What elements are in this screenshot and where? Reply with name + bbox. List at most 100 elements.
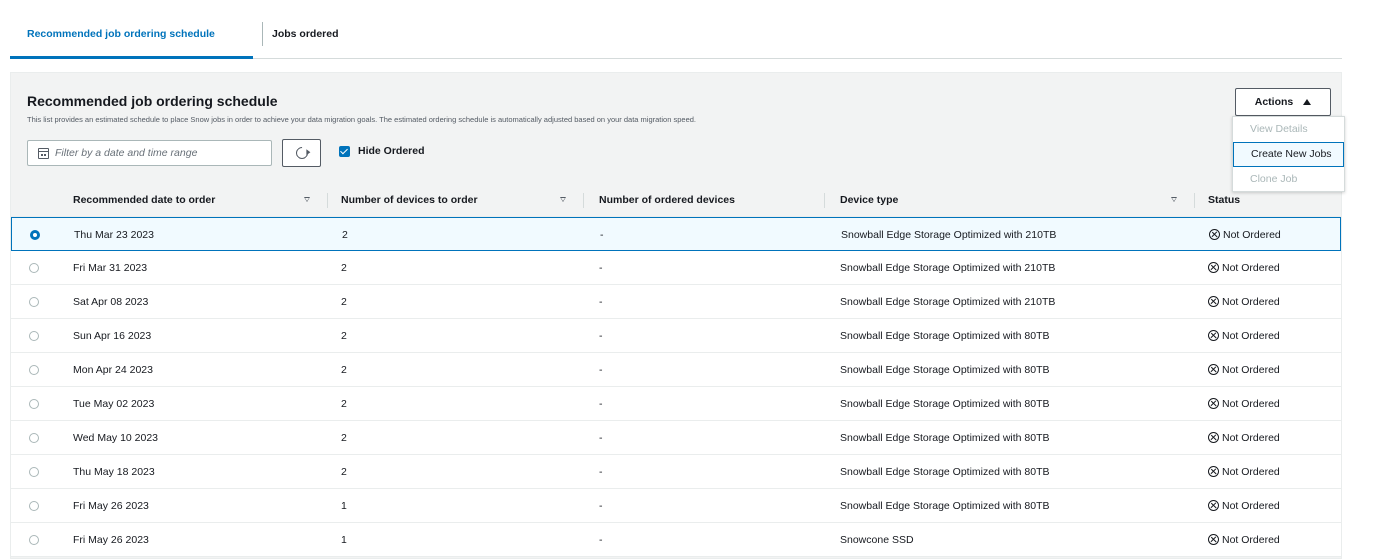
cell-ordered-devices: - [599, 296, 603, 308]
cell-device-type: Snowball Edge Storage Optimized with 80T… [840, 330, 1050, 342]
status-text: Not Ordered [1222, 534, 1280, 546]
not-ordered-icon [1208, 296, 1219, 307]
not-ordered-icon [1208, 330, 1219, 341]
cell-device-type: Snowball Edge Storage Optimized with 80T… [840, 432, 1050, 444]
cell-num-devices: 1 [341, 534, 347, 546]
tab-bar: Recommended job ordering schedule Jobs o… [10, 18, 1342, 59]
not-ordered-icon [1208, 262, 1219, 273]
cell-device-type: Snowball Edge Storage Optimized with 80T… [840, 398, 1050, 410]
row-radio-button[interactable] [29, 263, 39, 273]
not-ordered-icon [1208, 466, 1219, 477]
table-row[interactable]: Tue May 02 2023 2 - Snowball Edge Storag… [11, 387, 1341, 421]
column-header-device-type[interactable]: Device type [840, 184, 898, 217]
cell-status: Not Ordered [1208, 353, 1280, 387]
table-row[interactable]: Sat Apr 08 2023 2 - Snowball Edge Storag… [11, 285, 1341, 319]
menu-item-view-details[interactable]: View Details [1233, 117, 1344, 142]
cell-num-devices: 1 [341, 500, 347, 512]
cell-date: Sun Apr 16 2023 [73, 330, 152, 342]
calendar-icon [38, 147, 49, 159]
cell-status: Not Ordered [1209, 218, 1281, 252]
row-radio-button[interactable] [30, 230, 40, 240]
cell-device-type: Snowcone SSD [840, 534, 914, 546]
cell-ordered-devices: - [599, 364, 603, 376]
tab-jobs-ordered[interactable]: Jobs ordered [272, 18, 339, 58]
status-text: Not Ordered [1222, 262, 1280, 274]
row-radio-button[interactable] [29, 399, 39, 409]
cell-date: Mon Apr 24 2023 [73, 364, 153, 376]
table-row[interactable]: Thu Mar 23 2023 2 - Snowball Edge Storag… [11, 217, 1341, 251]
refresh-button[interactable] [282, 139, 321, 167]
cell-date: Fri May 26 2023 [73, 500, 149, 512]
date-range-filter[interactable] [27, 140, 272, 166]
cell-date: Thu Mar 23 2023 [74, 229, 154, 241]
sort-icon[interactable] [1171, 197, 1177, 202]
menu-item-clone-job[interactable]: Clone Job [1233, 167, 1344, 192]
refresh-icon [293, 144, 310, 162]
cell-device-type: Snowball Edge Storage Optimized with 80T… [840, 364, 1050, 376]
cell-ordered-devices: - [599, 500, 603, 512]
column-divider [824, 193, 825, 208]
cell-num-devices: 2 [341, 398, 347, 410]
tab-divider [262, 22, 263, 46]
sort-icon[interactable] [560, 197, 566, 202]
column-divider [583, 193, 584, 208]
row-radio-button[interactable] [29, 297, 39, 307]
cell-ordered-devices: - [600, 229, 604, 241]
table-row[interactable]: Wed May 10 2023 2 - Snowball Edge Storag… [11, 421, 1341, 455]
row-radio-button[interactable] [29, 535, 39, 545]
cell-status: Not Ordered [1208, 489, 1280, 523]
hide-ordered-toggle[interactable]: Hide Ordered [339, 145, 425, 157]
cell-status: Not Ordered [1208, 421, 1280, 455]
panel-description: This list provides an estimated schedule… [27, 115, 696, 124]
cell-ordered-devices: - [599, 330, 603, 342]
table-row[interactable]: Fri May 26 2023 1 - Snowball Edge Storag… [11, 489, 1341, 523]
column-header-recommended-date[interactable]: Recommended date to order [73, 184, 215, 217]
cell-ordered-devices: - [599, 466, 603, 478]
tab-recommended-schedule[interactable]: Recommended job ordering schedule [10, 18, 253, 59]
cell-date: Sat Apr 08 2023 [73, 296, 149, 308]
table-row[interactable]: Sun Apr 16 2023 2 - Snowball Edge Storag… [11, 319, 1341, 353]
cell-num-devices: 2 [341, 262, 347, 274]
row-radio-button[interactable] [29, 433, 39, 443]
table-row[interactable]: Fri Mar 31 2023 2 - Snowball Edge Storag… [11, 251, 1341, 285]
not-ordered-icon [1208, 432, 1219, 443]
menu-item-create-new-jobs[interactable]: Create New Jobs [1233, 142, 1344, 167]
cell-status: Not Ordered [1208, 387, 1280, 421]
status-text: Not Ordered [1222, 330, 1280, 342]
cell-status: Not Ordered [1208, 251, 1280, 285]
cell-device-type: Snowball Edge Storage Optimized with 210… [840, 296, 1056, 308]
row-radio-button[interactable] [29, 331, 39, 341]
not-ordered-icon [1209, 229, 1220, 240]
actions-label: Actions [1254, 96, 1294, 108]
row-radio-button[interactable] [29, 365, 39, 375]
date-range-input[interactable] [55, 147, 265, 159]
cell-num-devices: 2 [341, 432, 347, 444]
hide-ordered-checkbox[interactable] [339, 145, 350, 157]
cell-status: Not Ordered [1208, 319, 1280, 353]
status-text: Not Ordered [1223, 229, 1281, 241]
table-row[interactable]: Fri May 26 2023 1 - Snowcone SSD Not Ord… [11, 523, 1341, 557]
not-ordered-icon [1208, 500, 1219, 511]
cell-ordered-devices: - [599, 432, 603, 444]
hide-ordered-label: Hide Ordered [358, 145, 425, 157]
column-header-num-devices[interactable]: Number of devices to order [341, 184, 478, 217]
row-radio-button[interactable] [29, 501, 39, 511]
status-text: Not Ordered [1222, 296, 1280, 308]
actions-menu: View Details Create New Jobs Clone Job [1232, 116, 1345, 192]
row-radio-button[interactable] [29, 467, 39, 477]
status-text: Not Ordered [1222, 432, 1280, 444]
table-row[interactable]: Mon Apr 24 2023 2 - Snowball Edge Storag… [11, 353, 1341, 387]
actions-button[interactable]: Actions [1235, 88, 1331, 116]
status-text: Not Ordered [1222, 398, 1280, 410]
not-ordered-icon [1208, 398, 1219, 409]
cell-status: Not Ordered [1208, 455, 1280, 489]
column-divider [1194, 193, 1195, 208]
cell-date: Thu May 18 2023 [73, 466, 155, 478]
cell-date: Wed May 10 2023 [73, 432, 159, 444]
status-text: Not Ordered [1222, 500, 1280, 512]
table-row[interactable]: Thu May 18 2023 2 - Snowball Edge Storag… [11, 455, 1341, 489]
schedule-panel: Recommended job ordering schedule This l… [10, 72, 1345, 559]
sort-icon[interactable] [304, 197, 310, 202]
cell-num-devices: 2 [341, 296, 347, 308]
caret-up-icon [1303, 99, 1312, 105]
